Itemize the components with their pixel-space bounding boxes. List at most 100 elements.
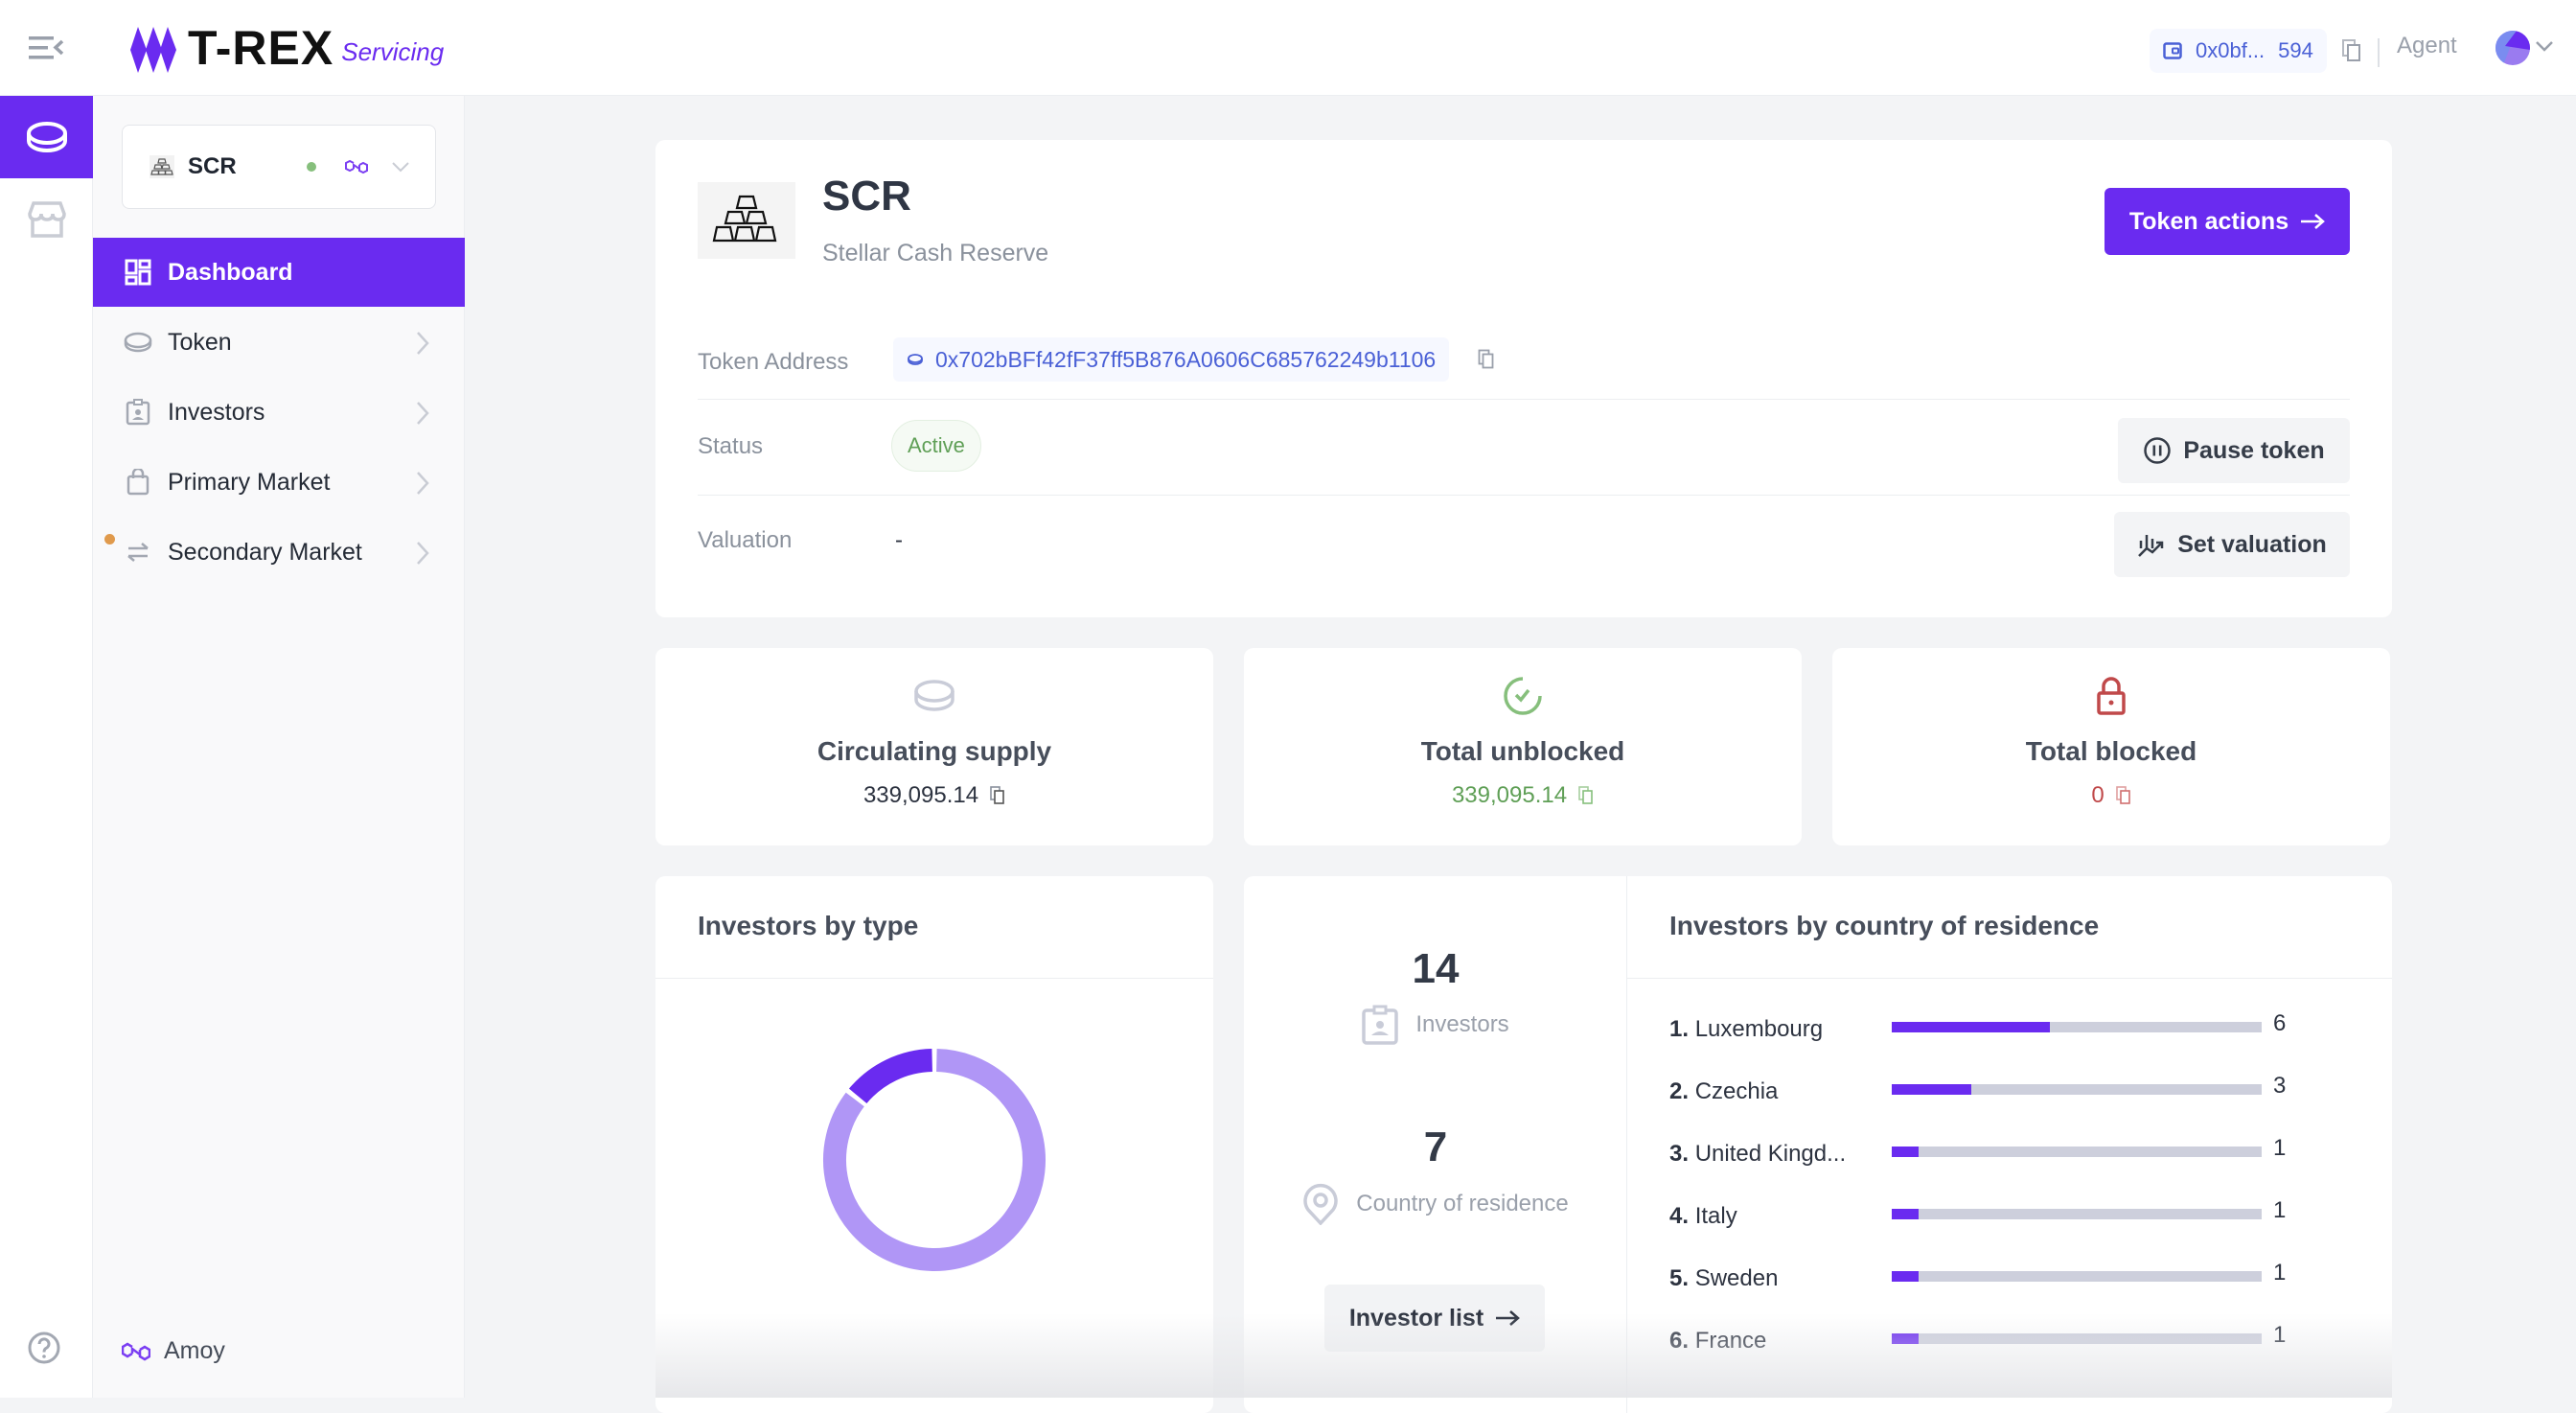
shopping-bag-icon (122, 466, 154, 498)
logo[interactable]: T-REX Servicing (130, 21, 444, 75)
token-actions-button[interactable]: Token actions (2104, 188, 2350, 255)
app-rail (0, 96, 93, 1398)
set-valuation-label: Set valuation (2177, 530, 2327, 558)
rail-marketplace[interactable] (0, 178, 93, 261)
pause-token-button[interactable]: Pause token (2118, 418, 2350, 483)
stat-total-unblocked: Total unblocked 339,095.14 (1244, 648, 1802, 845)
collapse-menu-icon[interactable] (27, 35, 65, 61)
chevron-right-icon (417, 472, 429, 495)
country-label: United Kingd... (1694, 1141, 1847, 1167)
chevron-right-icon (417, 402, 429, 425)
wallet-icon (2163, 42, 2182, 59)
rail-tokens[interactable] (0, 96, 93, 178)
token-selector-symbol: SCR (188, 153, 237, 179)
country-rank: 1. (1669, 1016, 1695, 1042)
countries-label-row: Country of residence (1244, 1183, 1627, 1225)
token-address[interactable]: 0x702bBFf42fF37ff5B876A0606C685762249b11… (893, 337, 1450, 382)
sidebar-item-label: Dashboard (168, 258, 293, 286)
chevron-down-icon (392, 162, 409, 173)
stat-value: 0 (2091, 782, 2104, 808)
country-label: Sweden (1694, 1265, 1779, 1291)
logo-mark-icon (130, 27, 176, 73)
coin-icon (908, 354, 923, 365)
country-count: 1 (2273, 1260, 2287, 1286)
token-overview-card: SCR Stellar Cash Reserve Token actions T… (656, 140, 2392, 617)
swap-arrows-icon (122, 536, 154, 568)
sidebar-item-investors[interactable]: Investors (93, 378, 465, 447)
stat-value: 339,095.14 (1451, 782, 1568, 808)
coin-icon (26, 122, 67, 152)
notification-dot (104, 534, 115, 544)
valuation-value: - (895, 527, 903, 553)
country-name: 5. Sweden (1669, 1265, 1778, 1292)
copy-icon[interactable] (1578, 786, 1594, 805)
pause-circle-icon (2144, 437, 2172, 464)
investors-label-row: Investors (1244, 1005, 1627, 1045)
logo-text: T-REX (188, 21, 334, 75)
polygon-icon (122, 1342, 150, 1360)
id-badge-icon (1362, 1005, 1399, 1045)
token-symbol: SCR (822, 173, 911, 220)
stat-title: Circulating supply (816, 736, 1052, 766)
country-label: Italy (1694, 1203, 1737, 1229)
sidebar-item-label: Secondary Market (168, 538, 362, 566)
sidebar-item-dashboard[interactable]: Dashboard (93, 238, 465, 307)
coin-icon (914, 680, 954, 711)
location-pin-icon (1303, 1183, 1339, 1225)
sidebar-item-primary-market[interactable]: Primary Market (93, 448, 465, 517)
country-name: 3. United Kingd... (1669, 1141, 1846, 1168)
network-name: Amoy (164, 1337, 225, 1364)
panel-title: Investors by country of residence (1669, 911, 2100, 940)
avatar[interactable] (2496, 31, 2530, 65)
help-icon[interactable] (27, 1331, 61, 1365)
network-indicator[interactable]: Amoy (122, 1337, 225, 1365)
bar-track (1892, 1209, 2262, 1219)
sidebar-item-token[interactable]: Token (93, 308, 465, 377)
investor-list-button[interactable]: Investor list (1324, 1285, 1545, 1352)
token-selector[interactable]: SCR (122, 125, 436, 209)
token-actions-label: Token actions (2128, 207, 2289, 235)
arrow-right-icon (1496, 1310, 1521, 1326)
country-count: 1 (2273, 1197, 2287, 1223)
arrow-right-icon (2301, 214, 2326, 229)
country-rank: 3. (1669, 1141, 1695, 1167)
country-row: 3. United Kingd... 1 (1669, 1135, 2340, 1175)
country-row: 4. Italy 1 (1669, 1197, 2340, 1238)
copy-icon[interactable] (2341, 38, 2362, 63)
bar-track (1892, 1271, 2262, 1282)
set-valuation-button[interactable]: Set valuation (2114, 512, 2350, 577)
copy-icon[interactable] (1478, 349, 1495, 370)
pause-token-label: Pause token (2183, 436, 2325, 464)
copy-icon[interactable] (990, 786, 1005, 805)
gold-bars-icon (712, 195, 777, 243)
bar-fill (1892, 1333, 1919, 1344)
valuation-label: Valuation (698, 527, 793, 553)
copy-icon[interactable] (2115, 786, 2131, 805)
sidebar-item-label: Primary Market (168, 468, 331, 496)
donut-slice-1[interactable] (848, 1049, 933, 1104)
investors-label: Investors (1415, 1011, 1509, 1037)
investor-summary-card: 14 Investors 7 Country of residence Inve… (1244, 876, 1627, 1413)
country-rank: 4. (1669, 1203, 1695, 1229)
avatar-image-icon (2496, 31, 2530, 65)
bar-track (1892, 1084, 2262, 1095)
status-label: Status (698, 433, 764, 459)
token-name: Stellar Cash Reserve (822, 240, 1049, 266)
country-row: 1. Luxembourg 6 (1669, 1010, 2340, 1051)
bar-fill (1892, 1209, 1919, 1219)
country-row: 6. France 1 (1669, 1322, 2340, 1362)
wallet-address-text: 0x0bf... (2196, 38, 2266, 62)
wallet-address[interactable]: 0x0bf... 594 (2150, 29, 2327, 73)
chevron-down-icon[interactable] (2535, 38, 2554, 54)
divider (1627, 978, 2392, 979)
bar-track (1892, 1022, 2262, 1032)
sidebar-item-secondary-market[interactable]: Secondary Market (93, 518, 465, 587)
id-badge-icon (122, 396, 154, 429)
chart-trend-icon (2138, 535, 2164, 557)
divider (656, 978, 1213, 979)
investor-list-label: Investor list (1348, 1304, 1484, 1332)
country-label: France (1694, 1328, 1767, 1354)
investors-count: 14 (1412, 945, 1460, 992)
panel-title: Investors by type (698, 911, 919, 940)
logo-subtitle: Servicing (341, 37, 445, 66)
